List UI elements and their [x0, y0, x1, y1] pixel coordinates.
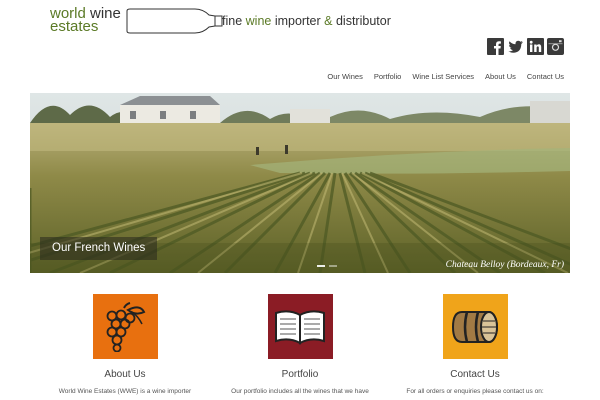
hero-slider[interactable]: Our French Wines Chateau Belloy (Bordeau… — [30, 93, 570, 273]
bottle-icon — [126, 8, 223, 34]
feature-portfolio: Portfolio Our portfolio includes all the… — [215, 294, 385, 395]
slider-dot-1[interactable] — [317, 265, 325, 267]
about-us-title[interactable]: About Us — [40, 369, 210, 380]
slider-dots — [317, 265, 337, 267]
contact-us-title[interactable]: Contact Us — [390, 369, 560, 380]
instagram-icon[interactable] — [547, 38, 564, 55]
portfolio-title[interactable]: Portfolio — [215, 369, 385, 380]
hero-caption[interactable]: Our French Wines — [40, 237, 158, 260]
nav-contact-us[interactable]: Contact Us — [527, 72, 564, 81]
nav-portfolio[interactable]: Portfolio — [374, 72, 402, 81]
main-nav: Our Wines Portfolio Wine List Services A… — [316, 72, 564, 81]
twitter-icon[interactable] — [507, 38, 524, 55]
facebook-icon[interactable] — [487, 38, 504, 55]
site-logo[interactable]: world wine estates fine wine importer & … — [50, 6, 395, 36]
about-us-tile[interactable] — [92, 294, 158, 359]
grapes-icon — [106, 301, 146, 352]
about-us-text: World Wine Estates (WWE) is a wine impor… — [58, 388, 192, 395]
contact-us-text: For all orders or enquiries please conta… — [406, 388, 544, 395]
tagline: fine wine importer & distributor — [222, 14, 391, 28]
book-icon — [275, 309, 325, 345]
portfolio-tile[interactable] — [267, 294, 333, 359]
feature-contact-us: Contact Us For all orders or enquiries p… — [390, 294, 560, 395]
nav-wine-list-services[interactable]: Wine List Services — [412, 72, 474, 81]
nav-our-wines[interactable]: Our Wines — [327, 72, 362, 81]
portfolio-text: Our portfolio includes all the wines tha… — [231, 388, 369, 395]
photo-credit: Chateau Belloy (Bordeaux, Fr) — [445, 260, 564, 270]
nav-about-us[interactable]: About Us — [485, 72, 516, 81]
social-links — [487, 38, 564, 55]
slider-dot-2[interactable] — [329, 265, 337, 267]
logo-text-estates: estates — [50, 18, 99, 35]
barrel-icon — [451, 310, 498, 343]
feature-about-us: About Us World Wine Estates (WWE) is a w… — [40, 294, 210, 395]
linkedin-icon[interactable] — [527, 38, 544, 55]
contact-us-tile[interactable] — [442, 294, 508, 359]
